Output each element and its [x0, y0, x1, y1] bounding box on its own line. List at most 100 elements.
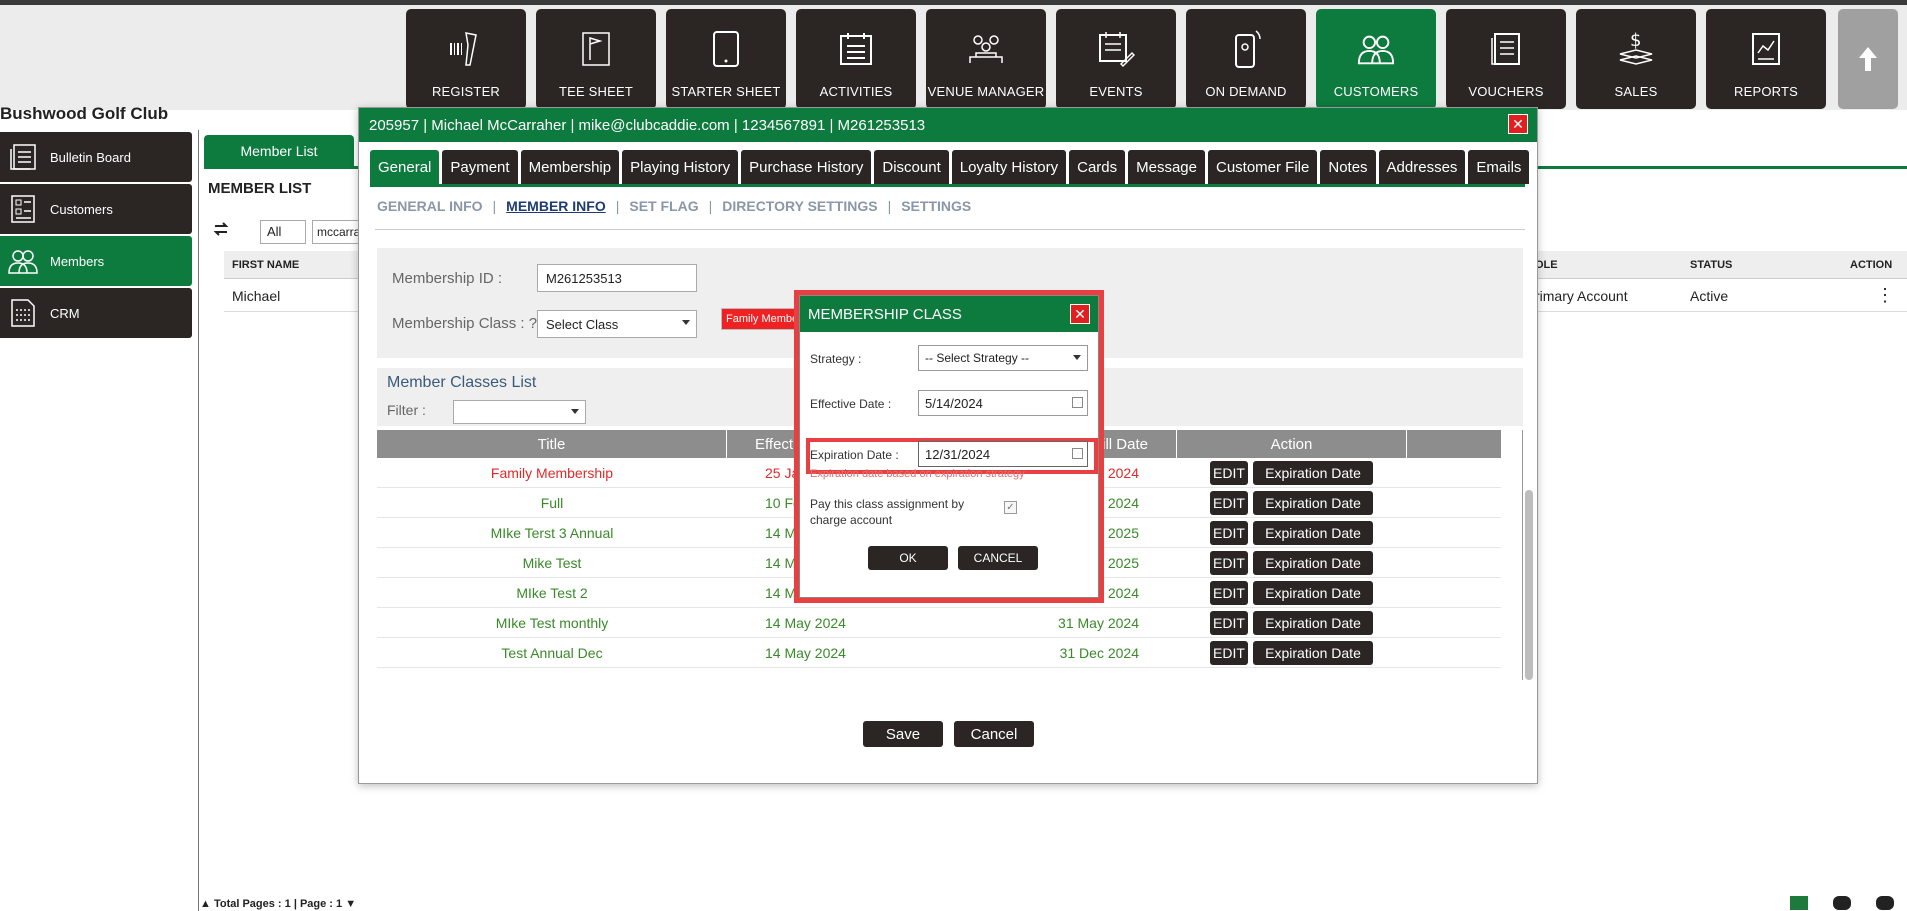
subnav-divider [375, 229, 1525, 230]
expiration-date-button[interactable]: Expiration Date [1253, 491, 1373, 515]
ok-button[interactable]: OK [868, 546, 948, 570]
subnav-general-info[interactable]: GENERAL INFO [377, 198, 483, 214]
expiration-date-button[interactable]: Expiration Date [1253, 611, 1373, 635]
membership-class-select[interactable]: Select Class [537, 310, 697, 338]
database-icon[interactable] [1833, 896, 1851, 910]
nav-label: TEE SHEET [558, 84, 634, 99]
tab-membership[interactable]: Membership [520, 150, 620, 184]
membership-id-label: Membership ID : [392, 270, 503, 287]
customer-tabs: General Payment Membership Playing History P… [370, 150, 1532, 184]
nav-register[interactable]: REGISTER [406, 9, 526, 109]
nav-label: REPORTS [1733, 84, 1798, 99]
excel-icon[interactable] [1790, 896, 1808, 910]
tab-member-list[interactable]: Member List [204, 135, 354, 167]
effective-date-field[interactable]: 5/14/2024 [918, 390, 1088, 416]
nav-events[interactable]: EVENTS [1056, 9, 1176, 109]
filter-select[interactable]: All [260, 220, 306, 244]
database-export-icon[interactable] [1876, 896, 1894, 910]
expiration-date-button[interactable]: Expiration Date [1253, 461, 1373, 485]
tab-addresses[interactable]: Addresses [1378, 150, 1466, 184]
nav-starter-sheet[interactable]: STARTER SHEET [666, 9, 786, 109]
bulletin-board-icon [6, 140, 40, 174]
subnav-set-flag[interactable]: SET FLAG [629, 198, 698, 214]
edit-button[interactable]: EDIT [1210, 611, 1248, 635]
subnav-settings[interactable]: SETTINGS [901, 198, 971, 214]
strategy-select[interactable]: -- Select Strategy -- [918, 345, 1088, 371]
nav-reports[interactable]: REPORTS [1706, 9, 1826, 109]
class-filter-select[interactable] [453, 400, 586, 424]
nav-sales[interactable]: $ SALES [1576, 9, 1696, 109]
nav-on-demand[interactable]: ON DEMAND [1186, 9, 1306, 109]
scroll-up-button[interactable] [1838, 9, 1898, 109]
nav-venue-manager[interactable]: VENUE MANAGER [926, 9, 1046, 109]
crm-icon [6, 296, 40, 330]
tab-playing-history[interactable]: Playing History [622, 150, 739, 184]
subnav-member-info[interactable]: MEMBER INFO [506, 198, 606, 214]
tab-emails[interactable]: Emails [1468, 150, 1530, 184]
expiration-date-button[interactable]: Expiration Date [1253, 581, 1373, 605]
calendar-icon[interactable] [1072, 448, 1083, 459]
export-icons [1765, 896, 1894, 910]
sidebar-item-label: Bulletin Board [50, 149, 131, 165]
nav-activities[interactable]: ACTIVITIES [796, 9, 916, 109]
expiration-date-label: Expiration Date : [810, 448, 899, 462]
close-icon[interactable]: ✕ [1070, 304, 1090, 324]
classes-list-title: Member Classes List [387, 374, 537, 391]
edit-button[interactable]: EDIT [1210, 641, 1248, 665]
nav-label: EVENTS [1089, 84, 1143, 99]
nav-label: REGISTER [431, 84, 501, 99]
membership-class-dialog: MEMBERSHIP CLASS ✕ Strategy : -- Select … [799, 295, 1099, 598]
edit-button[interactable]: EDIT [1210, 551, 1248, 575]
customers-list-icon [6, 192, 40, 226]
edit-button[interactable]: EDIT [1210, 491, 1248, 515]
report-icon [1746, 29, 1786, 69]
subnav-directory-settings[interactable]: DIRECTORY SETTINGS [722, 198, 877, 214]
membership-class-label: Membership Class : ? [392, 315, 538, 332]
tablet-icon [706, 29, 746, 69]
sidebar-item-members[interactable]: Members [0, 236, 192, 286]
save-button[interactable]: Save [863, 721, 943, 747]
expiration-date-button[interactable]: Expiration Date [1253, 641, 1373, 665]
effective-date-value: 5/14/2024 [925, 396, 983, 411]
chevron-down-icon [1073, 355, 1081, 360]
tab-loyalty-history[interactable]: Loyalty History [951, 150, 1067, 184]
expiration-date-field[interactable]: 12/31/2024 [918, 441, 1088, 467]
edit-button[interactable]: EDIT [1210, 581, 1248, 605]
tab-payment[interactable]: Payment [442, 150, 518, 184]
pay-by-charge-checkbox[interactable]: ✓ [1004, 501, 1017, 514]
expiration-date-button[interactable]: Expiration Date [1253, 521, 1373, 545]
refresh-icon[interactable] [212, 220, 230, 243]
nav-vouchers[interactable]: VOUCHERS [1446, 9, 1566, 109]
sidebar-item-customers[interactable]: Customers [0, 184, 192, 234]
venue-people-icon [966, 29, 1006, 69]
tab-cards[interactable]: Cards [1069, 150, 1126, 184]
cancel-button[interactable]: Cancel [954, 721, 1034, 747]
close-icon[interactable]: ✕ [1508, 114, 1528, 134]
sidebar-item-crm[interactable]: CRM [0, 288, 192, 338]
subnav-separator: | [708, 198, 713, 214]
dialog-cancel-button[interactable]: CANCEL [958, 546, 1038, 570]
search-input[interactable]: mccarra [312, 220, 362, 244]
row-action-menu[interactable]: ⋮ [1870, 280, 1894, 311]
tab-customer-file[interactable]: Customer File [1208, 150, 1318, 184]
col-action: ACTION [1850, 258, 1893, 271]
tab-general[interactable]: General [370, 150, 440, 184]
edit-button[interactable]: EDIT [1210, 461, 1248, 485]
tab-message[interactable]: Message [1128, 150, 1205, 184]
table-scrollbar[interactable] [1525, 490, 1533, 680]
expiration-date-button[interactable]: Expiration Date [1253, 551, 1373, 575]
tab-discount[interactable]: Discount [874, 150, 949, 184]
membership-id-field[interactable]: M261253513 [537, 264, 697, 292]
subnav-separator: | [615, 198, 620, 214]
sidebar-item-bulletin-board[interactable]: Bulletin Board [0, 132, 192, 182]
tab-notes[interactable]: Notes [1320, 150, 1376, 184]
nav-tee-sheet[interactable]: TEE SHEET [536, 9, 656, 109]
membership-class-title: MEMBERSHIP CLASS [808, 305, 962, 323]
chevron-down-icon [682, 320, 690, 325]
class-title: MIke Test monthly [495, 615, 609, 631]
calendar-icon[interactable] [1072, 397, 1083, 408]
nav-customers[interactable]: CUSTOMERS [1316, 9, 1436, 109]
tab-purchase-history[interactable]: Purchase History [741, 150, 872, 184]
edit-button[interactable]: EDIT [1210, 521, 1248, 545]
member-subnav: GENERAL INFO | MEMBER INFO | SET FLAG | DIRECT… [377, 198, 981, 214]
